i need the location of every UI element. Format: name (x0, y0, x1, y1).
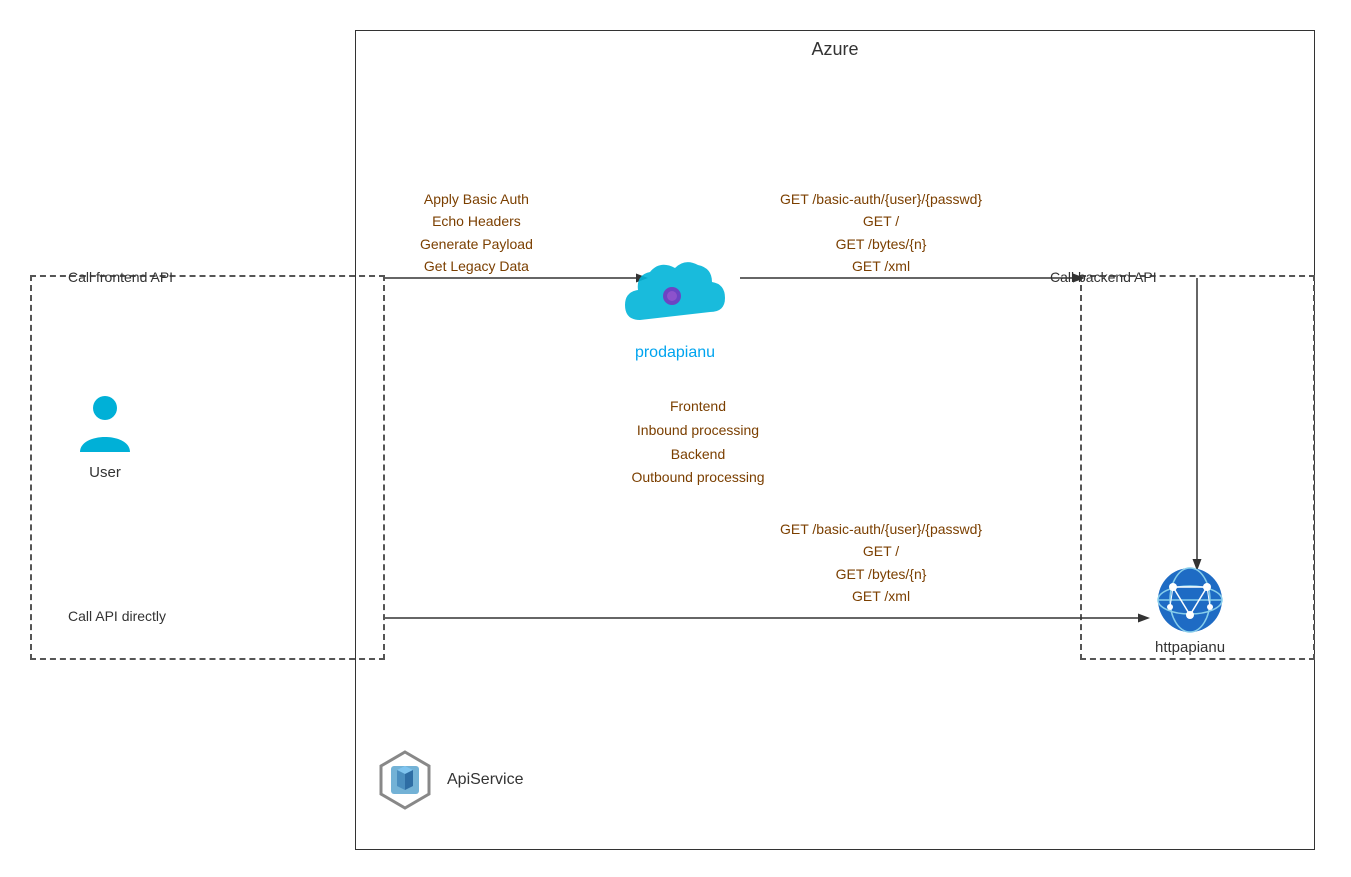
httpapianu-icon: httpapianu (1155, 565, 1225, 656)
user-icon: User (70, 390, 140, 481)
process-frontend: Frontend (598, 395, 798, 419)
op-get-basic-auth-top: GET /basic-auth/{user}/{passwd} (780, 188, 982, 210)
prodapianu-icon: prodapianu (620, 250, 730, 362)
op-generate-payload: Generate Payload (420, 233, 533, 255)
apiservice-svg (375, 750, 435, 810)
apiservice-icon: ApiService (375, 750, 523, 810)
process-backend: Backend (598, 443, 798, 467)
right-api-labels-bottom: GET /basic-auth/{user}/{passwd} GET / GE… (780, 518, 982, 608)
user-figure-icon (70, 390, 140, 460)
httpapianu-label: httpapianu (1155, 639, 1225, 656)
user-label: User (89, 464, 121, 481)
op-apply-basic-auth: Apply Basic Auth (420, 188, 533, 210)
op-get-bytes-bottom: GET /bytes/{n} (780, 563, 982, 585)
azure-label: Azure (811, 39, 858, 60)
op-get-root-top: GET / (780, 210, 982, 232)
apiservice-label: ApiService (447, 771, 523, 789)
process-outbound: Outbound processing (598, 466, 798, 490)
process-inbound: Inbound processing (598, 419, 798, 443)
op-get-root-bottom: GET / (780, 540, 982, 562)
op-get-legacy-data: Get Legacy Data (420, 255, 533, 277)
call-backend-api-label: Call backend API (1050, 269, 1157, 285)
right-api-labels-top: GET /basic-auth/{user}/{passwd} GET / GE… (780, 188, 982, 278)
call-api-directly-label: Call API directly (68, 608, 166, 624)
network-globe-svg (1155, 565, 1225, 635)
op-echo-headers: Echo Headers (420, 210, 533, 232)
left-api-labels: Apply Basic Auth Echo Headers Generate P… (420, 188, 533, 278)
op-get-basic-auth-bottom: GET /basic-auth/{user}/{passwd} (780, 518, 982, 540)
cloud-process-labels: Frontend Inbound processing Backend Outb… (598, 395, 798, 490)
cloud-svg (620, 250, 730, 340)
diagram-container: Azure Apply Basic Auth Echo Headers Gene… (0, 0, 1351, 877)
op-get-xml-bottom: GET /xml (780, 585, 982, 607)
prodapianu-label: prodapianu (635, 344, 715, 362)
op-get-xml-top: GET /xml (780, 255, 982, 277)
call-frontend-api-label: Call frontend API (68, 269, 173, 285)
op-get-bytes-top: GET /bytes/{n} (780, 233, 982, 255)
